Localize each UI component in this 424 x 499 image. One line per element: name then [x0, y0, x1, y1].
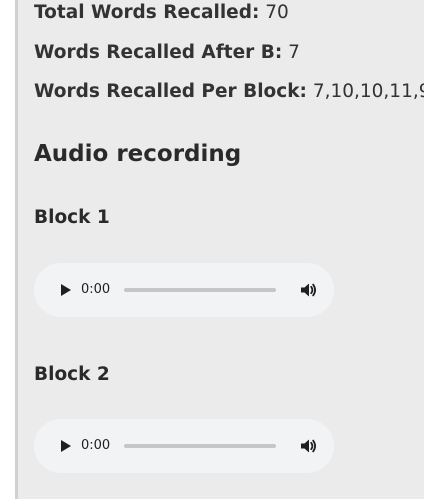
seek-bar[interactable] — [124, 288, 276, 292]
volume-icon[interactable] — [298, 280, 318, 300]
stat-words-after-b: Words Recalled After B: 7 — [34, 40, 300, 66]
audio-recording-heading: Audio recording — [34, 141, 242, 167]
block-2-title: Block 2 — [34, 364, 110, 385]
audio-player-block-2: 0:00 — [34, 419, 334, 473]
current-time: 0:00 — [81, 438, 111, 453]
stat-value: 70 — [265, 2, 289, 23]
seek-bar[interactable] — [124, 444, 276, 448]
play-icon[interactable] — [56, 281, 74, 299]
audio-player-block-1: 0:00 — [34, 263, 334, 317]
stat-value: 7 — [288, 42, 300, 63]
content-left-border — [15, 0, 18, 499]
stat-label: Words Recalled Per Block: — [34, 81, 307, 102]
stat-value: 7,10,10,11,9 — [312, 81, 424, 102]
stat-words-per-block: Words Recalled Per Block: 7,10,10,11,9 — [34, 79, 424, 105]
stat-label: Words Recalled After B: — [34, 42, 283, 63]
left-margin — [0, 0, 15, 499]
volume-icon[interactable] — [298, 436, 318, 456]
block-1-title: Block 1 — [34, 207, 110, 228]
stat-total-words: Total Words Recalled: 70 — [34, 0, 289, 26]
stat-label: Total Words Recalled: — [34, 2, 260, 23]
play-icon[interactable] — [56, 437, 74, 455]
current-time: 0:00 — [81, 282, 111, 297]
